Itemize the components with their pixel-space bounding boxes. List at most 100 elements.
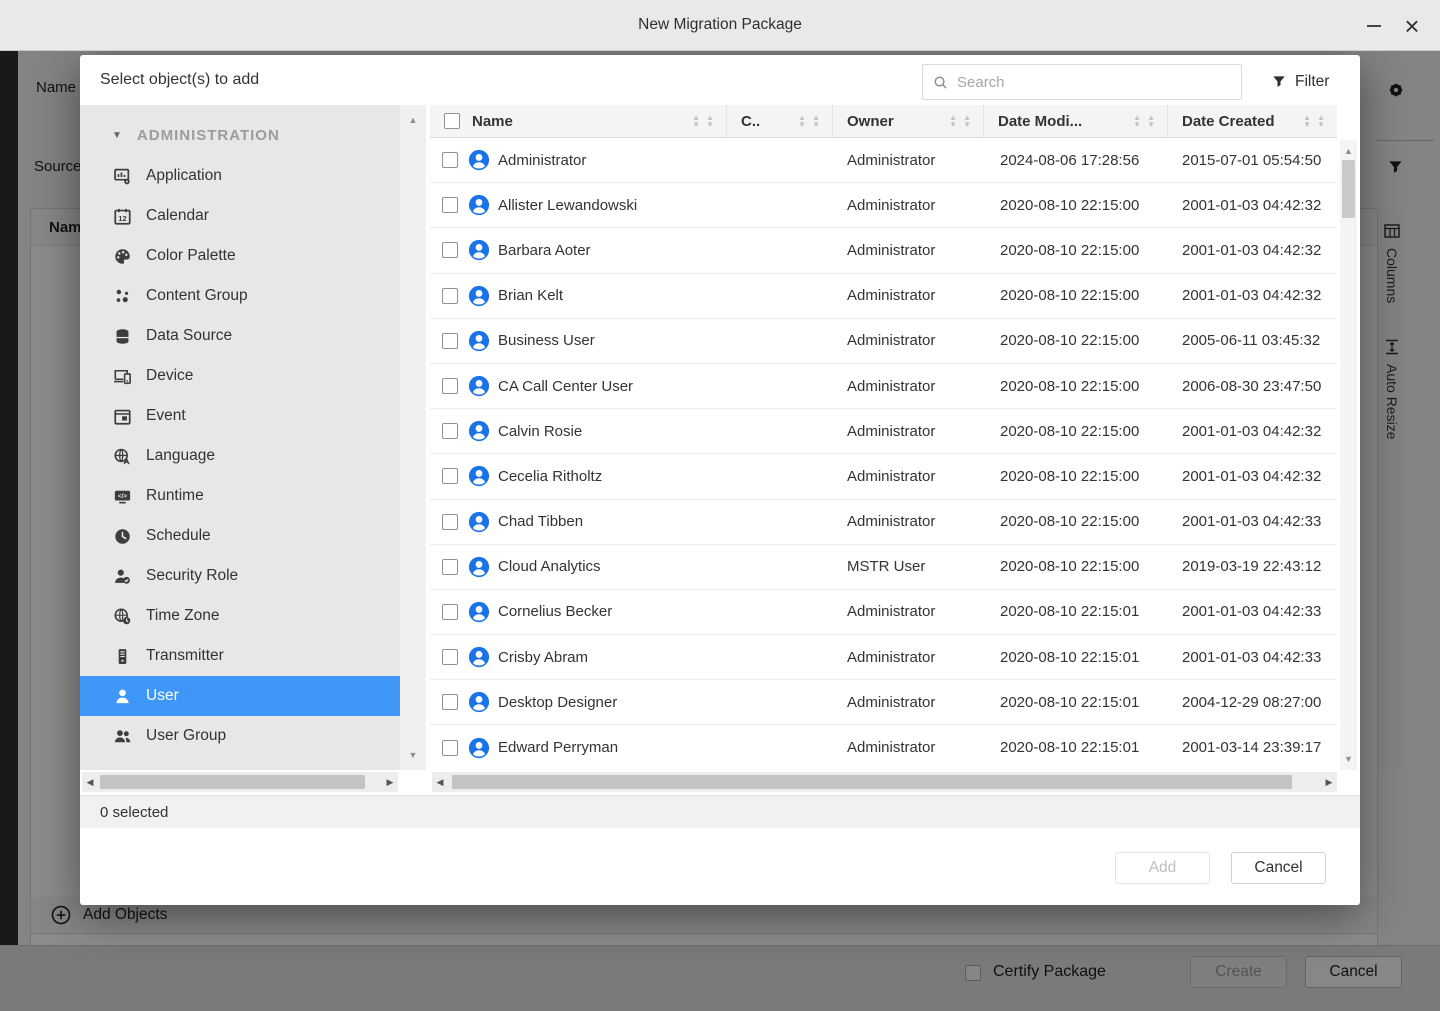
close-button[interactable]: × xyxy=(1394,0,1430,51)
row-checkbox[interactable] xyxy=(442,740,458,756)
scroll-up-icon[interactable]: ▲ xyxy=(1340,146,1357,156)
row-checkbox[interactable] xyxy=(442,514,458,530)
column-header-date-modified[interactable]: Date Modi... ▲▼▲▼ xyxy=(984,105,1168,137)
sidebar-vertical-scrollbar[interactable]: ▲ ▼ xyxy=(400,105,426,770)
scroll-right-icon[interactable]: ▶ xyxy=(1321,772,1337,792)
row-name: Administrator xyxy=(498,152,586,169)
sidebar-item-language[interactable]: Language xyxy=(80,436,400,476)
column-header-name[interactable]: Name ▲▼▲▼ xyxy=(430,105,727,137)
row-date-modified: 2020-08-10 22:15:00 xyxy=(984,423,1168,440)
sidebar-item-label: User xyxy=(146,687,179,705)
table-row[interactable]: Cecelia RitholtzAdministrator2020-08-10 … xyxy=(430,454,1337,499)
row-checkbox[interactable] xyxy=(442,649,458,665)
table-row[interactable]: Cornelius BeckerAdministrator2020-08-10 … xyxy=(430,590,1337,635)
row-date-modified: 2020-08-10 22:15:00 xyxy=(984,197,1168,214)
row-date-modified: 2020-08-10 22:15:01 xyxy=(984,739,1168,756)
row-checkbox[interactable] xyxy=(442,333,458,349)
column-header-owner[interactable]: Owner ▲▼▲▼ xyxy=(833,105,984,137)
table-row[interactable]: Crisby AbramAdministrator2020-08-10 22:1… xyxy=(430,635,1337,680)
search-input[interactable] xyxy=(957,74,1231,91)
row-checkbox[interactable] xyxy=(442,152,458,168)
scrollbar-thumb[interactable] xyxy=(100,775,365,789)
row-owner: Administrator xyxy=(833,332,984,349)
scroll-down-icon[interactable]: ▼ xyxy=(400,750,426,760)
row-name: Allister Lewandowski xyxy=(498,197,637,214)
select-all-checkbox[interactable] xyxy=(444,113,460,129)
sidebar-item-device[interactable]: Device xyxy=(80,356,400,396)
table-row[interactable]: Barbara AoterAdministrator2020-08-10 22:… xyxy=(430,228,1337,273)
table-vertical-scrollbar[interactable]: ▲ ▼ xyxy=(1340,140,1357,770)
scroll-left-icon[interactable]: ◀ xyxy=(82,772,98,792)
minimize-button[interactable] xyxy=(1356,0,1392,51)
scroll-up-icon[interactable]: ▲ xyxy=(400,115,426,125)
sidebar-item-transmitter[interactable]: Transmitter xyxy=(80,636,400,676)
sidebar-item-label: Time Zone xyxy=(146,607,220,625)
search-icon xyxy=(933,75,948,90)
row-checkbox[interactable] xyxy=(442,423,458,439)
table-row[interactable]: Edward PerrymanAdministrator2020-08-10 2… xyxy=(430,725,1337,770)
row-checkbox[interactable] xyxy=(442,242,458,258)
cancel-button[interactable]: Cancel xyxy=(1231,852,1326,884)
sidebar-item-user[interactable]: User xyxy=(80,676,400,716)
column-header-c[interactable]: C.. ▲▼▲▼ xyxy=(727,105,833,137)
scroll-right-icon[interactable]: ▶ xyxy=(382,772,398,792)
row-checkbox[interactable] xyxy=(442,694,458,710)
row-date-modified: 2020-08-10 22:15:01 xyxy=(984,694,1168,711)
sort-icons[interactable]: ▲▼▲▼ xyxy=(949,114,971,128)
row-date-modified: 2020-08-10 22:15:00 xyxy=(984,287,1168,304)
table-row[interactable]: AdministratorAdministrator2024-08-06 17:… xyxy=(430,138,1337,183)
row-date-modified: 2020-08-10 22:15:00 xyxy=(984,558,1168,575)
row-checkbox[interactable] xyxy=(442,468,458,484)
column-header-date-created[interactable]: Date Created ▲▼▲▼ xyxy=(1168,105,1337,137)
scroll-left-icon[interactable]: ◀ xyxy=(432,772,448,792)
sidebar-item-application[interactable]: Application xyxy=(80,156,400,196)
sidebar-item-label: Data Source xyxy=(146,327,232,345)
table-horizontal-scrollbar[interactable]: ◀ ▶ xyxy=(432,772,1337,792)
filter-button[interactable]: Filter xyxy=(1272,64,1329,100)
sidebar-horizontal-scrollbar[interactable]: ◀ ▶ xyxy=(82,772,398,792)
scrollbar-thumb[interactable] xyxy=(1342,160,1355,218)
table-row[interactable]: Calvin RosieAdministrator2020-08-10 22:1… xyxy=(430,409,1337,454)
sidebar-item-user-group[interactable]: User Group xyxy=(80,716,400,756)
sort-icons[interactable]: ▲▼▲▼ xyxy=(1133,114,1155,128)
selected-count-label: 0 selected xyxy=(100,804,168,821)
row-owner: Administrator xyxy=(833,378,984,395)
table-row[interactable]: Brian KeltAdministrator2020-08-10 22:15:… xyxy=(430,274,1337,319)
row-checkbox[interactable] xyxy=(442,378,458,394)
row-checkbox[interactable] xyxy=(442,604,458,620)
sidebar-item-color-palette[interactable]: Color Palette xyxy=(80,236,400,276)
sidebar-item-data-source[interactable]: Data Source xyxy=(80,316,400,356)
row-checkbox[interactable] xyxy=(442,559,458,575)
sidebar-item-time-zone[interactable]: Time Zone xyxy=(80,596,400,636)
table-row[interactable]: Cloud AnalyticsMSTR User2020-08-10 22:15… xyxy=(430,545,1337,590)
sidebar-item-calendar[interactable]: Calendar xyxy=(80,196,400,236)
add-button[interactable]: Add xyxy=(1115,852,1210,884)
scrollbar-thumb[interactable] xyxy=(452,775,1292,789)
row-name: Calvin Rosie xyxy=(498,423,582,440)
sort-icons[interactable]: ▲▼▲▼ xyxy=(1303,114,1325,128)
row-owner: Administrator xyxy=(833,694,984,711)
row-date-created: 2001-01-03 04:42:32 xyxy=(1168,287,1337,304)
user-group-icon xyxy=(114,728,131,745)
sidebar-item-runtime[interactable]: Runtime xyxy=(80,476,400,516)
sidebar-section-administration[interactable]: ▼ ADMINISTRATION xyxy=(80,105,400,156)
table-row[interactable]: Allister LewandowskiAdministrator2020-08… xyxy=(430,183,1337,228)
sidebar-item-event[interactable]: Event xyxy=(80,396,400,436)
row-name: Edward Perryman xyxy=(498,739,618,756)
row-checkbox[interactable] xyxy=(442,288,458,304)
sidebar-item-label: Schedule xyxy=(146,527,211,545)
sort-icons[interactable]: ▲▼▲▼ xyxy=(798,114,820,128)
table-row[interactable]: Chad TibbenAdministrator2020-08-10 22:15… xyxy=(430,500,1337,545)
table-row[interactable]: Desktop DesignerAdministrator2020-08-10 … xyxy=(430,680,1337,725)
sort-icons[interactable]: ▲▼▲▼ xyxy=(692,114,714,128)
row-checkbox[interactable] xyxy=(442,197,458,213)
column-label: Name xyxy=(472,113,513,130)
scroll-down-icon[interactable]: ▼ xyxy=(1340,754,1357,764)
sidebar-item-schedule[interactable]: Schedule xyxy=(80,516,400,556)
table-row[interactable]: CA Call Center UserAdministrator2020-08-… xyxy=(430,364,1337,409)
sidebar-item-security-role[interactable]: Security Role xyxy=(80,556,400,596)
row-name: Brian Kelt xyxy=(498,287,563,304)
user-avatar-icon xyxy=(468,601,490,623)
table-row[interactable]: Business UserAdministrator2020-08-10 22:… xyxy=(430,319,1337,364)
sidebar-item-content-group[interactable]: Content Group xyxy=(80,276,400,316)
